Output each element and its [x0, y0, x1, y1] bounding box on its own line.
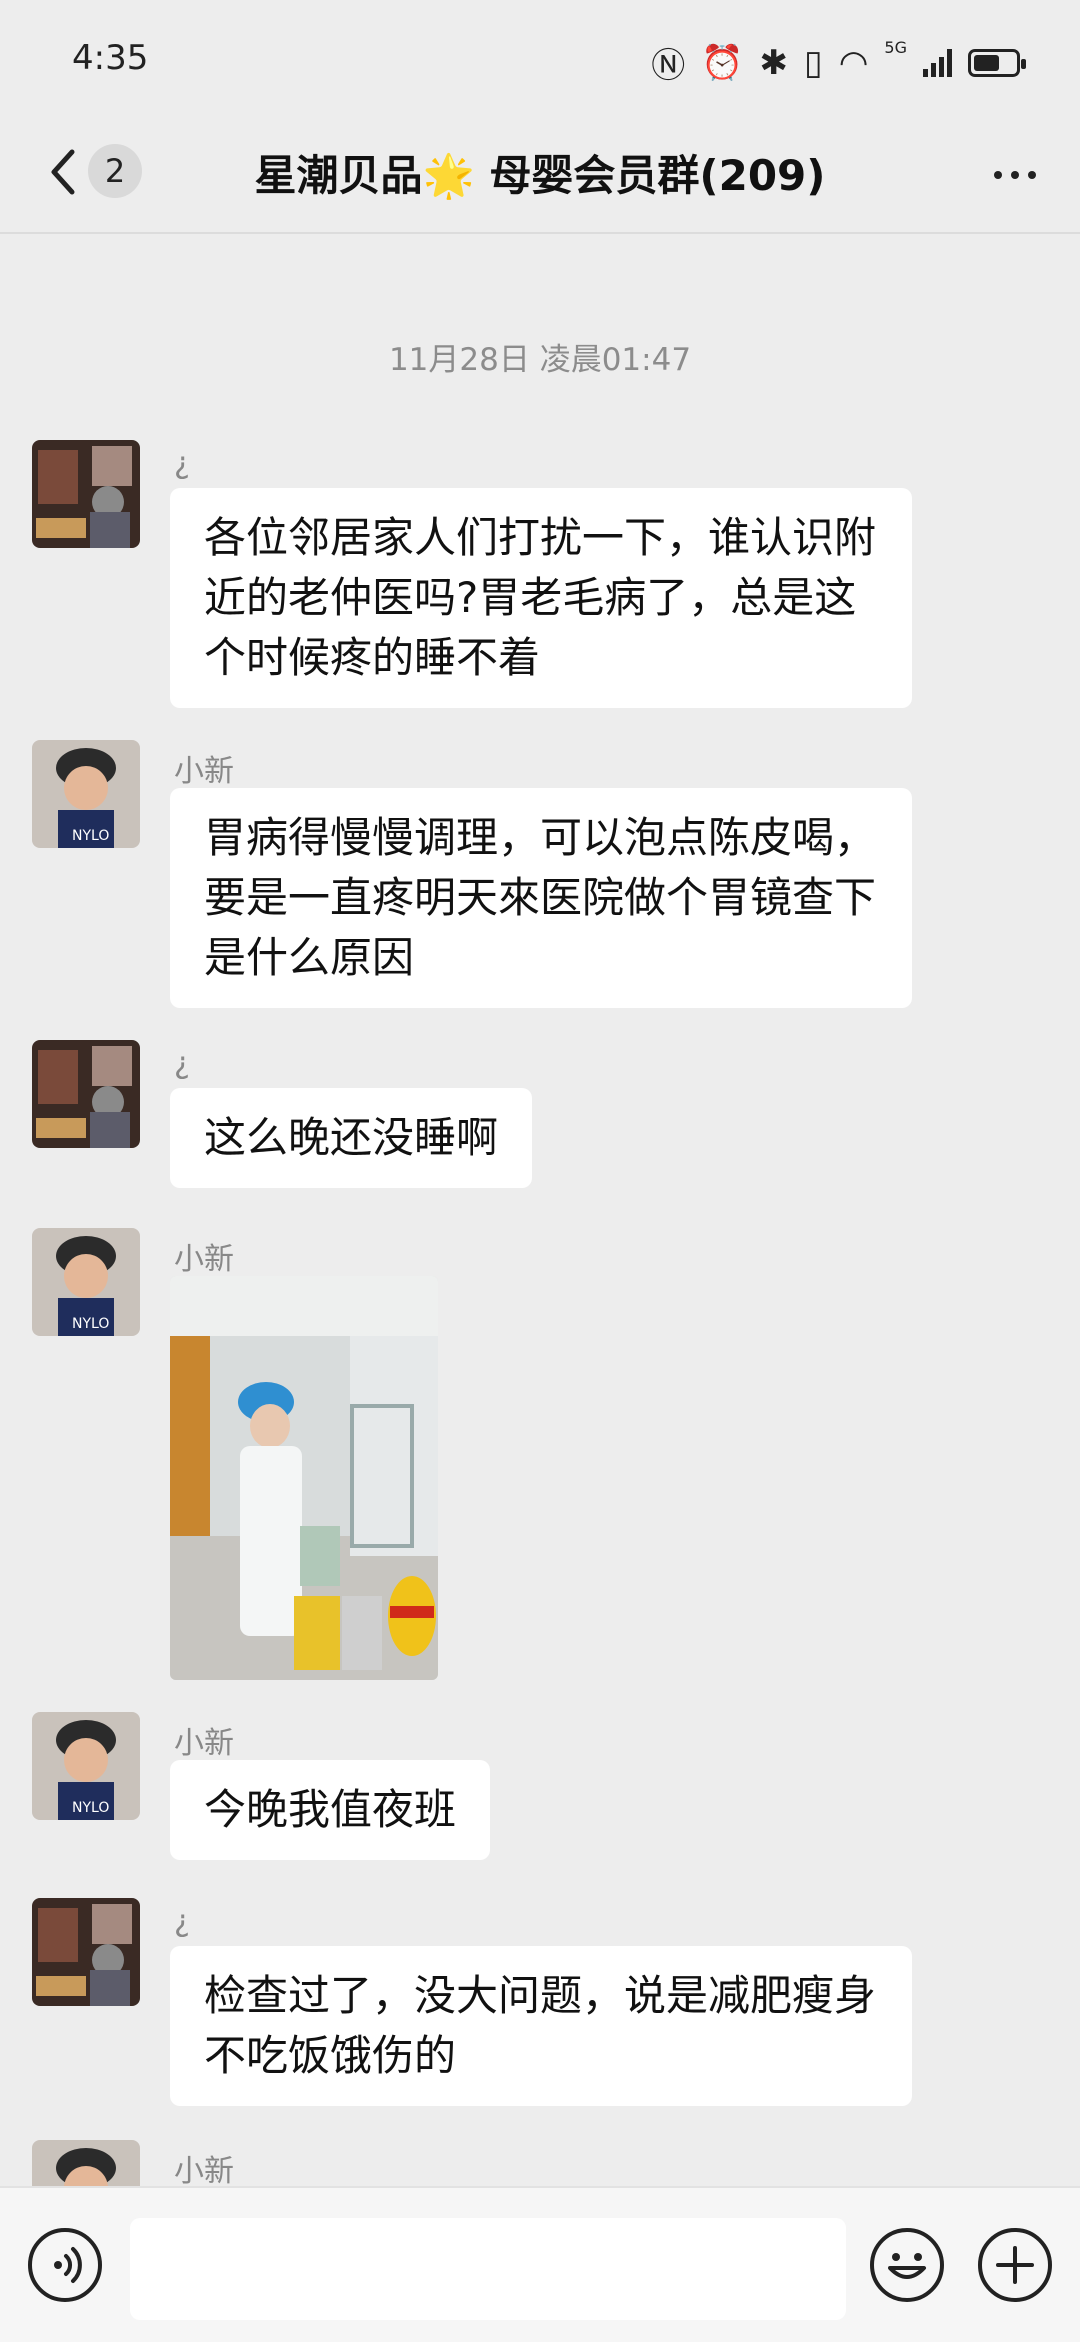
- emoji-icon: [888, 2253, 926, 2279]
- svg-text:NYLO: NYLO: [72, 1316, 109, 1332]
- svg-text:NYLO: NYLO: [72, 1800, 109, 1816]
- sender-name: ¿: [174, 1904, 190, 1939]
- more-actions-button[interactable]: [978, 2228, 1052, 2302]
- sender-name: 小新: [174, 1726, 234, 1761]
- avatar-user-2[interactable]: NYLO: [32, 740, 140, 848]
- alarm-icon: ⏰: [701, 42, 744, 83]
- image-message[interactable]: [170, 1276, 438, 1680]
- sender-name: 小新: [174, 2154, 234, 2186]
- vibrate-icon: ▯: [804, 42, 823, 83]
- status-bar: 4:35 Ⓝ ⏰ ✱ ▯ ◠ 5G: [0, 0, 1080, 120]
- more-dot: [994, 171, 1002, 179]
- chat-header: 2 星潮贝品🌟 母婴会员群(209): [0, 120, 1080, 232]
- avatar-user-1[interactable]: [32, 1040, 140, 1148]
- voice-button[interactable]: [28, 2228, 102, 2302]
- message-bubble[interactable]: 今晚我值夜班: [170, 1760, 491, 1860]
- more-button[interactable]: [980, 150, 1050, 200]
- emoji-button[interactable]: [870, 2228, 944, 2302]
- avatar-user-2[interactable]: [32, 2140, 140, 2186]
- input-bar: [0, 2186, 1080, 2342]
- avatar-user-1[interactable]: [32, 440, 140, 548]
- back-button[interactable]: [36, 142, 96, 202]
- message-bubble[interactable]: 检查过了，没大问题，说是减肥瘦身不吃饭饿伤的: [170, 1946, 912, 2106]
- status-icons: Ⓝ ⏰ ✱ ▯ ◠ 5G: [651, 38, 1026, 87]
- message-bubble[interactable]: 各位邻居家人们打扰一下，谁认识附近的老仲医吗?胃老毛病了，总是这个时候疼的睡不着: [170, 488, 912, 708]
- nfc-icon: Ⓝ: [651, 46, 686, 86]
- sender-name: 小新: [174, 1242, 234, 1277]
- battery-icon: [968, 48, 1026, 77]
- page-title[interactable]: 星潮贝品🌟 母婴会员群(209): [160, 142, 920, 203]
- message-bubble[interactable]: 胃病得慢慢调理，可以泡点陈皮喝，要是一直疼明天來医院做个胃镜查下是什么原因: [170, 788, 912, 1008]
- message-bubble[interactable]: 这么晚还没睡啊: [170, 1088, 533, 1188]
- bluetooth-icon: ✱: [759, 42, 789, 83]
- more-dot: [1028, 171, 1036, 179]
- chat-timestamp: 11月28日 凌晨01:47: [388, 342, 692, 378]
- status-time: 4:35: [72, 38, 149, 78]
- sender-name: ¿: [174, 1046, 190, 1081]
- network-label: 5G: [884, 38, 907, 57]
- svg-text:NYLO: NYLO: [72, 828, 109, 844]
- signal-icon: [923, 48, 952, 77]
- voice-icon: [54, 2247, 82, 2283]
- avatar-user-2[interactable]: NYLO: [32, 1712, 140, 1820]
- unread-count-badge[interactable]: 2: [88, 144, 142, 198]
- wifi-icon: ◠: [838, 42, 869, 83]
- plus-icon: [996, 2246, 1034, 2284]
- header-divider: [0, 232, 1080, 234]
- sender-name: ¿: [174, 446, 190, 481]
- sender-name: 小新: [174, 754, 234, 789]
- avatar-user-2[interactable]: NYLO: [32, 1228, 140, 1336]
- more-dot: [1011, 171, 1019, 179]
- message-row: 小新: [0, 2140, 1080, 2186]
- avatar-user-1[interactable]: [32, 1898, 140, 2006]
- message-input[interactable]: [130, 2218, 846, 2320]
